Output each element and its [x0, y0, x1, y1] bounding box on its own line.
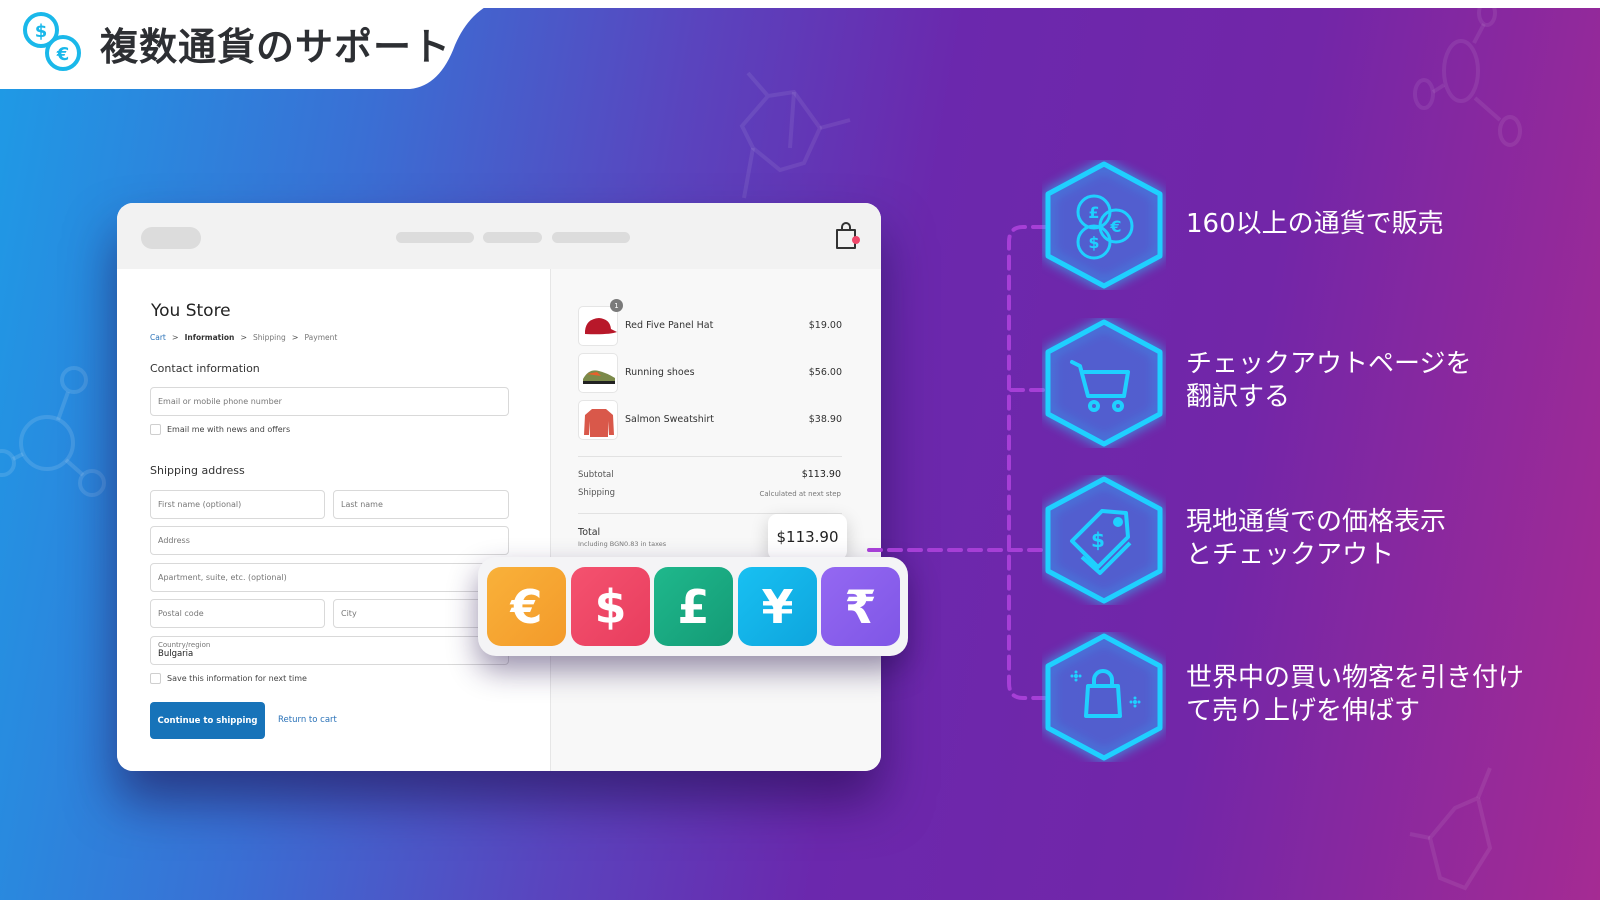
save-info[interactable]: Save this information for next time — [150, 673, 307, 684]
breadcrumb-payment: Payment — [304, 333, 338, 342]
checkout-window: You Store Cart > Information > Shipping … — [117, 203, 881, 771]
email-opt-in[interactable]: Email me with news and offers — [150, 424, 290, 435]
molecule-bottomright-icon — [1409, 767, 1493, 891]
total-taxes: Including BGN0.83 in taxes — [578, 540, 667, 548]
page-title: 複数通貨のサポート — [100, 25, 452, 69]
checkout-form: You Store Cart > Information > Shipping … — [117, 269, 550, 771]
svg-text:€: € — [1109, 217, 1121, 236]
postal-code-placeholder: Postal code — [158, 609, 204, 618]
svg-text:$: $ — [1091, 528, 1105, 552]
dollar-euro-coins-icon: $ € — [23, 12, 81, 71]
last-name-placeholder: Last name — [341, 500, 383, 509]
feature-line: て売り上げを伸ばす — [1186, 696, 1421, 726]
breadcrumb-separator: > — [171, 333, 179, 342]
svg-text:€: € — [56, 44, 70, 65]
breadcrumb-shipping: Shipping — [253, 333, 286, 342]
total-price-card: $113.90 — [768, 514, 847, 560]
window-top-bar — [117, 203, 881, 269]
feature-text: 現地通貨での価格表示 とチェックアウト — [1186, 506, 1446, 572]
first-name-placeholder: First name (optional) — [158, 500, 242, 509]
shopping-bag-sparkle-icon — [1045, 633, 1163, 761]
svg-text:$: $ — [35, 21, 48, 42]
shipping-value: Calculated at next step — [759, 490, 842, 498]
breadcrumb-separator: > — [240, 333, 248, 342]
email-opt-in-checkbox[interactable] — [150, 424, 161, 435]
breadcrumb-separator: > — [291, 333, 299, 342]
price-tag-icon: $ — [1045, 476, 1163, 604]
feature-text: 160以上の通貨で販売 — [1186, 208, 1444, 241]
sweatshirt-image — [578, 400, 618, 440]
save-info-label: Save this information for next time — [167, 674, 307, 683]
country-select[interactable]: Country/region Bulgaria — [150, 636, 509, 665]
return-to-cart-link[interactable]: Return to cart — [278, 715, 337, 725]
save-info-checkbox[interactable] — [150, 673, 161, 684]
currency-yen-button[interactable]: ¥ — [738, 567, 817, 646]
item-name: Running shoes — [625, 367, 695, 378]
city-placeholder: City — [341, 609, 357, 618]
line-item: Salmon Sweatshirt $38.90 — [578, 400, 842, 442]
shopping-bag-icon[interactable] — [833, 221, 861, 251]
postal-code-field[interactable]: Postal code — [150, 599, 325, 628]
logo-placeholder — [141, 227, 201, 249]
nav-placeholder — [483, 232, 542, 243]
address-field[interactable]: Address — [150, 526, 509, 555]
line-item: Running shoes $56.00 — [578, 353, 842, 395]
currency-pound-button[interactable]: £ — [654, 567, 733, 646]
currency-selector: € $ £ ¥ ₹ — [478, 557, 908, 656]
title-badge: $ € 複数通貨のサポート — [0, 0, 520, 89]
feature-line: 現地通貨での価格表示 — [1186, 507, 1447, 537]
country-label: Country/region — [158, 641, 211, 649]
feature-text: 世界中の買い物客を引き付け て売り上げを伸ばす — [1186, 662, 1524, 728]
currency-rupee-button[interactable]: ₹ — [821, 567, 900, 646]
last-name-field[interactable]: Last name — [333, 490, 509, 519]
apartment-placeholder: Apartment, suite, etc. (optional) — [158, 573, 287, 582]
continue-to-shipping-button[interactable]: Continue to shipping — [150, 702, 265, 739]
feature-line: 世界中の買い物客を引き付け — [1186, 663, 1525, 693]
feature-line: とチェックアウト — [1186, 540, 1395, 570]
feature-text: チェックアウトページを 翻訳する — [1186, 348, 1471, 414]
item-name: Red Five Panel Hat — [625, 320, 714, 331]
feature-line: チェックアウトページを — [1186, 349, 1472, 379]
nav-placeholder — [552, 232, 630, 243]
country-value: Bulgaria — [158, 649, 194, 659]
sneaker-image — [578, 353, 618, 393]
email-field[interactable]: Email or mobile phone number — [150, 387, 509, 416]
shopping-cart-icon — [1045, 319, 1163, 447]
email-placeholder: Email or mobile phone number — [158, 397, 282, 406]
store-name: You Store — [151, 301, 231, 321]
currency-dollar-button[interactable]: $ — [571, 567, 650, 646]
email-opt-in-label: Email me with news and offers — [167, 425, 291, 434]
address-placeholder: Address — [158, 536, 190, 545]
subtotal-value: $113.90 — [801, 469, 841, 480]
svg-text:$: $ — [1088, 233, 1099, 252]
item-price: $38.90 — [808, 414, 842, 425]
breadcrumb: Cart > Information > Shipping > Payment — [150, 333, 337, 342]
item-price: $56.00 — [808, 367, 842, 378]
breadcrumb-cart[interactable]: Cart — [150, 333, 166, 342]
item-name: Salmon Sweatshirt — [625, 414, 715, 425]
summary-divider — [578, 456, 842, 457]
molecule-topright-icon — [1413, 8, 1522, 147]
apartment-field[interactable]: Apartment, suite, etc. (optional) — [150, 563, 509, 592]
line-item: 1 Red Five Panel Hat $19.00 — [578, 299, 842, 348]
currency-euro-button[interactable]: € — [487, 567, 566, 646]
shipping-label: Shipping — [578, 488, 616, 498]
shipping-heading: Shipping address — [150, 464, 245, 477]
contact-heading: Contact information — [150, 362, 260, 375]
svg-text:£: £ — [1088, 203, 1099, 222]
molecule-left-icon — [0, 366, 106, 497]
item-price: $19.00 — [808, 320, 842, 331]
total-label: Total — [578, 527, 601, 538]
red-cap-image — [578, 306, 618, 346]
feature-line: 160以上の通貨で販売 — [1186, 209, 1444, 239]
coins-icon: £ € $ — [1045, 161, 1163, 289]
nav-placeholder — [396, 232, 474, 243]
feature-line: 翻訳する — [1186, 382, 1291, 412]
subtotal-label: Subtotal — [578, 470, 614, 480]
quantity-badge: 1 — [610, 299, 623, 312]
breadcrumb-information: Information — [184, 333, 235, 342]
first-name-field[interactable]: First name (optional) — [150, 490, 325, 519]
molecule-top-icon — [739, 71, 851, 199]
